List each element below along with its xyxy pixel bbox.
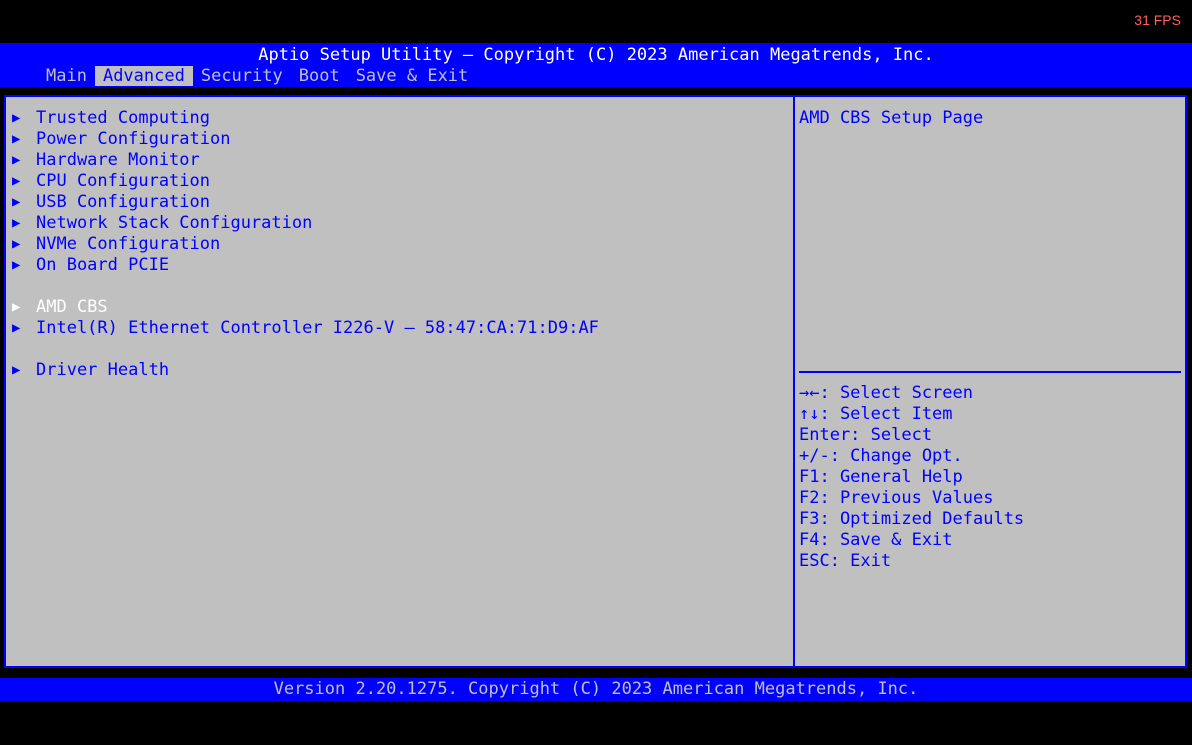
setup-title: Aptio Setup Utility – Copyright (C) 2023… — [258, 45, 934, 65]
submenu-arrow-icon: ▶ — [12, 257, 21, 273]
menu-item-trusted-computing[interactable]: ▶ Trusted Computing — [12, 108, 210, 129]
menu-item-driver-health[interactable]: ▶ Driver Health — [12, 360, 169, 381]
menu-item-amd-cbs[interactable]: ▶ AMD CBS — [12, 297, 108, 318]
header-bar: Aptio Setup Utility – Copyright (C) 2023… — [0, 43, 1192, 87]
menu-item-label: AMD CBS — [36, 297, 108, 317]
key-hint-enter: Enter: Select — [799, 425, 933, 445]
key-hint-f2: F2: Previous Values — [799, 488, 994, 508]
tab-bar: Main Advanced Security Boot Save & Exit — [38, 66, 476, 86]
submenu-arrow-icon: ▶ — [12, 173, 21, 189]
menu-item-cpu-configuration[interactable]: ▶ CPU Configuration — [12, 171, 210, 192]
key-hint-select-item: ↑↓: Select Item — [799, 404, 953, 424]
submenu-arrow-icon: ▶ — [12, 110, 21, 126]
submenu-arrow-icon: ▶ — [12, 131, 21, 147]
submenu-arrow-icon: ▶ — [12, 299, 21, 315]
key-hint-select-screen: →←: Select Screen — [799, 383, 973, 403]
menu-item-label: Hardware Monitor — [36, 150, 200, 170]
menu-item-nvme-configuration[interactable]: ▶ NVMe Configuration — [12, 234, 220, 255]
tab-save-exit[interactable]: Save & Exit — [348, 66, 477, 86]
submenu-arrow-icon: ▶ — [12, 320, 21, 336]
menu-item-label: Intel(R) Ethernet Controller I226-V – 58… — [36, 318, 599, 338]
menu-item-label: Driver Health — [36, 360, 170, 380]
menu-item-label: Trusted Computing — [36, 108, 210, 128]
key-hint-f3: F3: Optimized Defaults — [799, 509, 1025, 529]
tab-security[interactable]: Security — [193, 66, 291, 86]
menu-item-label: On Board PCIE — [36, 255, 170, 275]
footer-bar: Version 2.20.1275. Copyright (C) 2023 Am… — [0, 678, 1192, 701]
tab-main[interactable]: Main — [38, 66, 95, 86]
version-text: Version 2.20.1275. Copyright (C) 2023 Am… — [273, 679, 919, 699]
main-panel: ▶ Trusted Computing ▶ Power Configuratio… — [4, 95, 1187, 668]
menu-item-label: USB Configuration — [36, 192, 210, 212]
key-hint-esc: ESC: Exit — [799, 551, 892, 571]
tab-advanced[interactable]: Advanced — [94, 66, 193, 86]
menu-item-hardware-monitor[interactable]: ▶ Hardware Monitor — [12, 150, 200, 171]
menu-item-label: CPU Configuration — [36, 171, 210, 191]
fps-counter: 31 FPS — [1134, 12, 1181, 28]
menu-item-intel-ethernet-controller[interactable]: ▶ Intel(R) Ethernet Controller I226-V – … — [12, 318, 599, 339]
submenu-arrow-icon: ▶ — [12, 215, 21, 231]
submenu-arrow-icon: ▶ — [12, 152, 21, 168]
submenu-arrow-icon: ▶ — [12, 236, 21, 252]
tab-boot[interactable]: Boot — [291, 66, 348, 86]
key-hint-f1: F1: General Help — [799, 467, 963, 487]
key-hint-change-opt: +/-: Change Opt. — [799, 446, 963, 466]
menu-item-on-board-pcie[interactable]: ▶ On Board PCIE — [12, 255, 169, 276]
panel-divider — [793, 97, 795, 666]
menu-item-power-configuration[interactable]: ▶ Power Configuration — [12, 129, 230, 150]
menu-item-usb-configuration[interactable]: ▶ USB Configuration — [12, 192, 210, 213]
submenu-arrow-icon: ▶ — [12, 194, 21, 210]
menu-item-label: Power Configuration — [36, 129, 231, 149]
menu-item-network-stack-configuration[interactable]: ▶ Network Stack Configuration — [12, 213, 312, 234]
menu-item-label: NVMe Configuration — [36, 234, 221, 254]
menu-item-label: Network Stack Configuration — [36, 213, 313, 233]
submenu-arrow-icon: ▶ — [12, 362, 21, 378]
key-hint-f4: F4: Save & Exit — [799, 530, 953, 550]
help-separator — [799, 371, 1181, 373]
help-description: AMD CBS Setup Page — [799, 108, 984, 128]
